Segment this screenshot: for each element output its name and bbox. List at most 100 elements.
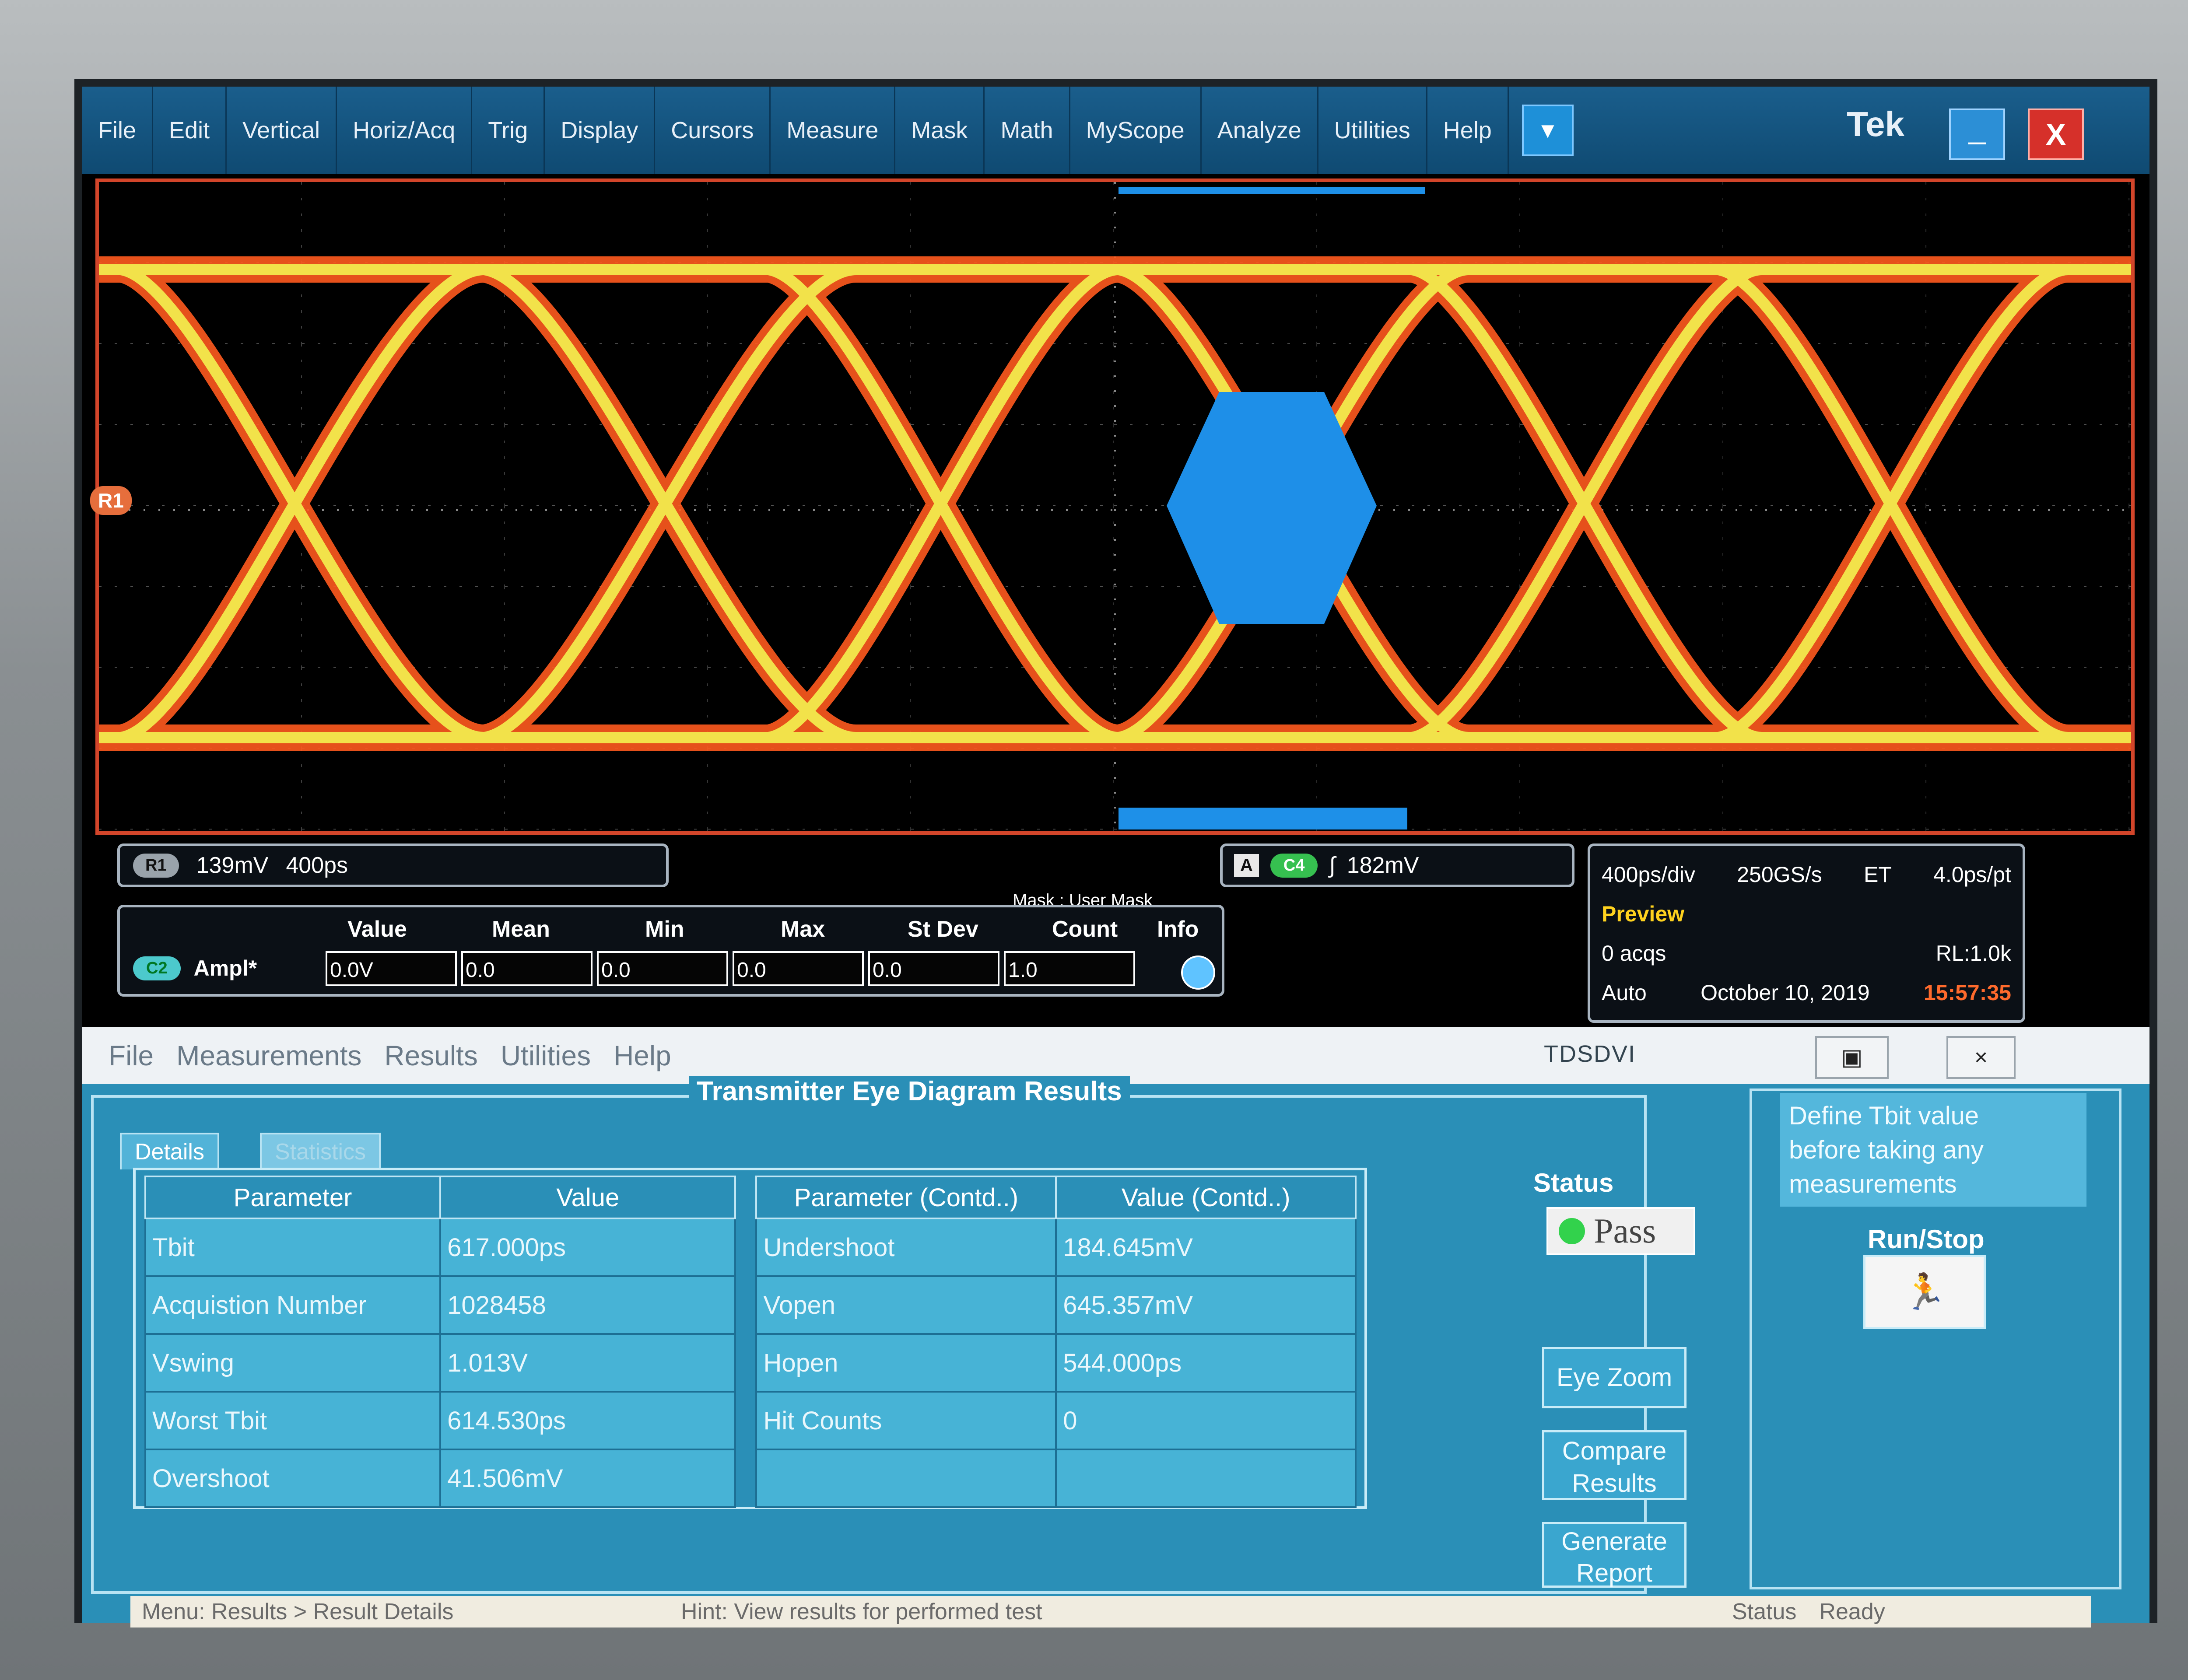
waveform-graticule[interactable]: R1 Mask : User Mask: [90, 178, 2135, 910]
cell: [755, 1449, 1057, 1508]
cell: Hit Counts: [755, 1391, 1057, 1450]
timebase: 400ps/div: [1602, 862, 1696, 887]
app-title: TDSDVI: [1544, 1041, 1636, 1067]
cell: Vopen: [755, 1275, 1057, 1335]
reference-readout[interactable]: R1 139mV 400ps: [117, 844, 669, 887]
col-value: Value: [347, 917, 407, 942]
generate-report-button[interactable]: Generate Report: [1542, 1522, 1687, 1588]
trigger-readout[interactable]: A C4 ∫ 182mV: [1220, 844, 1574, 887]
menu-cursors[interactable]: Cursors: [655, 87, 771, 174]
reference-r1-marker[interactable]: R1: [90, 486, 132, 515]
resolution: 4.0ps/pt: [1933, 862, 2011, 887]
table-header-row: Parameter Value Parameter (Contd..) Valu…: [144, 1176, 1357, 1219]
menu-edit[interactable]: Edit: [153, 87, 227, 174]
col-stdev: St Dev: [908, 917, 978, 942]
meas-mean: 0.0: [461, 951, 593, 986]
eye-zoom-label: Eye Zoom: [1556, 1363, 1673, 1392]
cell: 184.645mV: [1055, 1218, 1357, 1277]
menu-trig[interactable]: Trig: [472, 87, 545, 174]
measurement-label: C2 Ampl*: [133, 956, 257, 981]
menu-analyze[interactable]: Analyze: [1202, 87, 1318, 174]
menu-utilities[interactable]: Utilities: [1318, 87, 1427, 174]
r1-scale: 139mV: [196, 853, 269, 878]
tab-statistics[interactable]: Statistics: [260, 1133, 381, 1169]
trigger-mode: Auto: [1602, 980, 1647, 1005]
app-view-icon[interactable]: ▣: [1815, 1036, 1889, 1079]
acquisition-readout[interactable]: 400ps/div 250GS/s ET 4.0ps/pt Preview 0 …: [1588, 844, 2025, 1023]
results-table-frame: Parameter Value Parameter (Contd..) Valu…: [133, 1168, 1367, 1509]
menu-horiz-acq[interactable]: Horiz/Acq: [337, 87, 473, 174]
app-close-button[interactable]: ×: [1946, 1036, 2016, 1079]
meas-stdev: 0.0: [868, 951, 999, 986]
column-separator: [735, 1392, 757, 1449]
acq-row-4: Auto October 10, 2019 15:57:35: [1602, 973, 2011, 1012]
close-button[interactable]: X: [2028, 108, 2084, 160]
trigger-level: 182mV: [1346, 853, 1419, 878]
status-bar: Menu: Results > Result Details Hint: Vie…: [130, 1596, 2091, 1628]
column-separator: [735, 1176, 757, 1218]
trigger-channel-badge: C4: [1270, 853, 1318, 878]
compare-label-1: Compare: [1562, 1437, 1667, 1465]
header-value: Value: [439, 1176, 736, 1219]
menu-file[interactable]: File: [82, 87, 154, 174]
col-mean: Mean: [492, 917, 550, 942]
tab-details[interactable]: Details: [120, 1133, 219, 1169]
info-icon[interactable]: [1181, 956, 1215, 990]
define-line-2: before taking any: [1789, 1136, 1984, 1164]
table-row[interactable]: Tbit 617.000ps Undershoot 184.645mV: [144, 1218, 1357, 1277]
sample-rate: 250GS/s: [1737, 862, 1822, 887]
results-table: Parameter Value Parameter (Contd..) Valu…: [144, 1176, 1357, 1508]
acq-count: 0 acqs: [1602, 941, 1666, 966]
date: October 10, 2019: [1701, 980, 1870, 1005]
cell: Hopen: [755, 1333, 1057, 1393]
statusbar-status-key: Status: [1732, 1599, 1797, 1624]
menu-vertical[interactable]: Vertical: [227, 87, 337, 174]
menu-myscope[interactable]: MyScope: [1070, 87, 1202, 174]
results-title: Transmitter Eye Diagram Results: [689, 1076, 1130, 1107]
col-info: Info: [1157, 917, 1199, 942]
clock: 15:57:35: [1923, 980, 2011, 1005]
run-stop-button[interactable]: 🏃: [1863, 1255, 1986, 1329]
channel-badge: C2: [133, 956, 181, 980]
r1-time: 400ps: [286, 853, 348, 878]
scope-screen: File Edit Vertical Horiz/Acq Trig Displa…: [74, 79, 2157, 1628]
eye-zoom-button[interactable]: Eye Zoom: [1542, 1347, 1687, 1408]
compare-results-button[interactable]: Compare Results: [1542, 1430, 1687, 1500]
app-menu-measurements[interactable]: Measurements: [165, 1040, 373, 1072]
menu-mask[interactable]: Mask: [895, 87, 985, 174]
cell: 544.000ps: [1055, 1333, 1357, 1393]
cell: 1.013V: [439, 1333, 736, 1393]
table-row[interactable]: Worst Tbit 614.530ps Hit Counts 0: [144, 1391, 1357, 1450]
status-badge: Pass: [1546, 1207, 1695, 1255]
r1-badge: R1: [133, 853, 179, 878]
measurement-readout[interactable]: Value Mean Min Max St Dev Count Info C2 …: [117, 905, 1224, 997]
compare-label-2: Results: [1572, 1469, 1657, 1498]
cell: Vswing: [144, 1333, 442, 1393]
app-menu-results[interactable]: Results: [373, 1040, 489, 1072]
rising-slope-icon: ∫: [1329, 853, 1336, 878]
running-man-icon: 🏃: [1903, 1272, 1946, 1311]
menu-math[interactable]: Math: [985, 87, 1070, 174]
statusbar-menu: Menu: Results > Result Details: [142, 1599, 454, 1624]
cell: [1055, 1449, 1357, 1508]
pass-indicator-icon: [1559, 1218, 1585, 1244]
generate-label-2: Report: [1576, 1559, 1653, 1587]
header-value-contd: Value (Contd..): [1055, 1176, 1357, 1219]
dropdown-arrow-icon[interactable]: ▼: [1522, 105, 1574, 156]
table-row[interactable]: Overshoot 41.506mV: [144, 1449, 1357, 1508]
define-tbit-hint: Define Tbit value before taking any meas…: [1780, 1093, 2086, 1207]
table-row[interactable]: Acquistion Number 1028458 Vopen 645.357m…: [144, 1275, 1357, 1335]
minimize-button[interactable]: _: [1949, 108, 2005, 160]
menu-display[interactable]: Display: [545, 87, 656, 174]
col-count: Count: [1052, 917, 1118, 942]
table-row[interactable]: Vswing 1.013V Hopen 544.000ps: [144, 1333, 1357, 1393]
cell: Undershoot: [755, 1218, 1057, 1277]
app-menu-utilities[interactable]: Utilities: [489, 1040, 602, 1072]
acq-row-2: Preview: [1602, 894, 2011, 934]
menu-help[interactable]: Help: [1427, 87, 1509, 174]
app-menu-help[interactable]: Help: [602, 1040, 683, 1072]
run-stop-label: Run/Stop: [1868, 1225, 1985, 1254]
app-menu-file[interactable]: File: [82, 1040, 165, 1072]
menu-measure[interactable]: Measure: [771, 87, 896, 174]
trigger-a-label: A: [1234, 854, 1259, 877]
